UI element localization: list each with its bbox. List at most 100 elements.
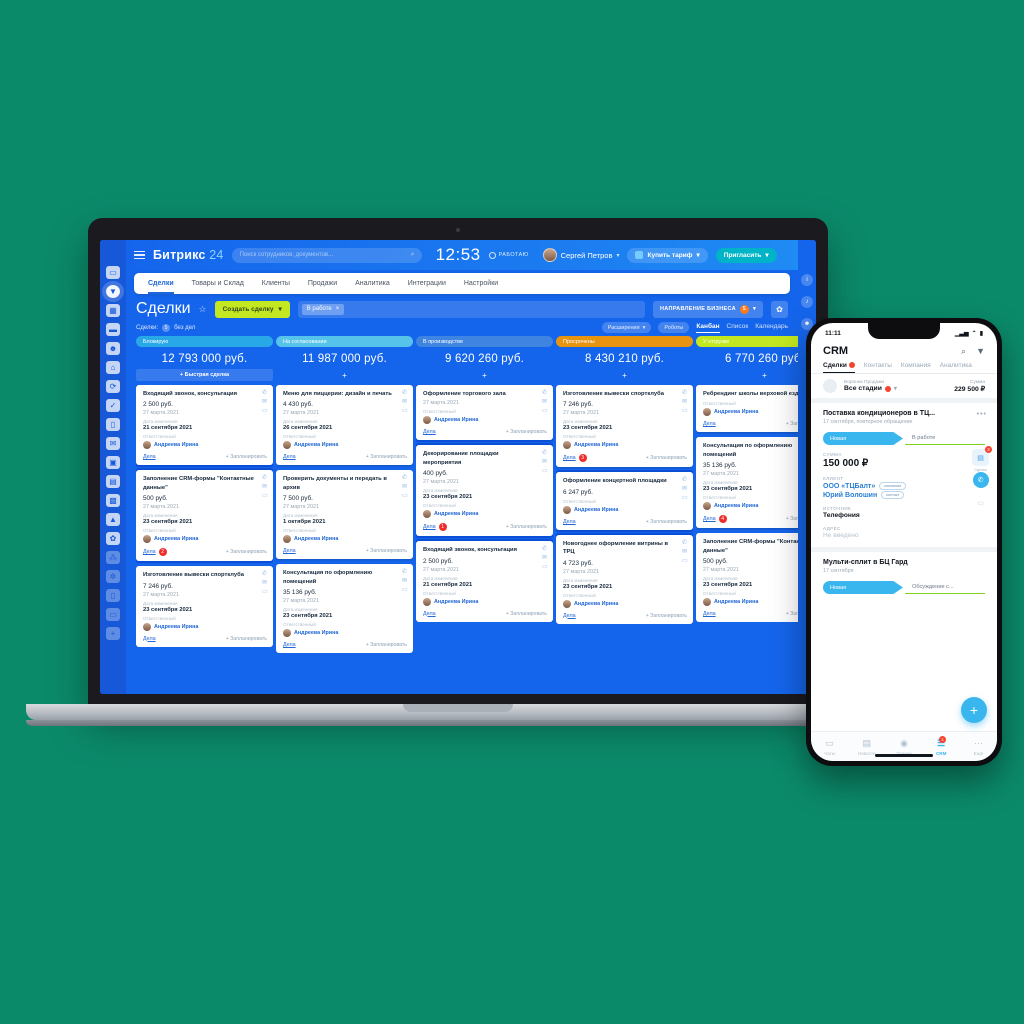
deal-contact[interactable]: Юрий Волошин контакт xyxy=(823,491,985,499)
deal-card-deals-link[interactable]: Дела xyxy=(563,613,576,619)
chat-icon[interactable]: ▭ xyxy=(106,266,120,279)
deal-card-responsible[interactable]: Андреева Ирина xyxy=(143,441,267,450)
mail-icon[interactable]: ✉ xyxy=(542,555,548,561)
phone-icon[interactable]: ✆ xyxy=(542,450,548,456)
sitemap-icon[interactable]: ⁂ xyxy=(106,551,120,564)
deal-card[interactable]: ✆ ✉ ▭ Оформление концертной площадки 6 247 р… xyxy=(556,472,693,530)
deal-card-deals-link[interactable]: Дела xyxy=(703,516,716,522)
settings-gear-icon[interactable]: ✿ xyxy=(771,300,788,318)
deal-card-plan-link[interactable]: + Запланировать xyxy=(646,613,687,619)
bell-icon[interactable]: ♪ xyxy=(801,296,813,308)
tab-sales[interactable]: Продажи xyxy=(300,273,345,294)
mail-icon[interactable]: ✉ xyxy=(682,486,688,492)
phone-icon[interactable]: ✆ xyxy=(262,475,268,481)
deal-card-plan-link[interactable]: + Запланировать xyxy=(786,516,798,522)
column-header[interactable]: У отгрузке xyxy=(696,336,798,347)
deal-card[interactable]: ✆ ✉ ▭ Консультация по оформлению помещений 3… xyxy=(276,564,413,653)
document-icon[interactable]: ▤ 2 Сделки xyxy=(972,446,992,472)
deal-card-plan-link[interactable]: + Запланировать xyxy=(646,455,687,461)
create-deal-button[interactable]: Создать сделку ▾ xyxy=(214,300,290,318)
phone-tab-contacts[interactable]: Контакты xyxy=(864,362,892,373)
chat-icon[interactable]: ▭ xyxy=(682,495,688,501)
deal-card-responsible[interactable]: Андреева Ирина xyxy=(283,628,407,637)
mail-icon[interactable]: ✉ xyxy=(262,580,268,586)
deal-card-responsible[interactable]: Андреева Ирина xyxy=(283,441,407,450)
mobile-icon[interactable]: ▯ xyxy=(106,589,120,602)
column-add-button[interactable]: + xyxy=(276,369,413,381)
invite-button[interactable]: Пригласить ▾ xyxy=(715,247,777,263)
add-deal-fab[interactable]: + xyxy=(961,697,987,723)
extensions-button[interactable]: Расширения ▾ xyxy=(601,322,652,333)
deal-card[interactable]: ✆✉▭Заполнение CRM-формы "Контактные данн… xyxy=(696,533,798,622)
filter-bar[interactable]: В работе × xyxy=(297,300,645,318)
filter-icon[interactable]: ▼ xyxy=(106,285,120,298)
more-options-icon[interactable]: ••• xyxy=(977,411,987,418)
phone-deal-card[interactable]: ••• Поставка кондиционеров в ТЦ... 17 се… xyxy=(811,403,997,547)
deal-card[interactable]: ✆ ✉ ▭ Входящий звонок, консультация 2 500 ру… xyxy=(416,541,553,622)
phone-icon[interactable]: ✆ xyxy=(682,540,688,546)
column-header[interactable]: На согласовании xyxy=(276,336,413,347)
deal-card-deals-link[interactable]: Дела xyxy=(703,421,716,427)
chat-icon[interactable]: ▭ xyxy=(682,408,688,414)
funnel-icon[interactable]: ▲ xyxy=(106,513,120,526)
column-header[interactable]: Блокирую xyxy=(136,336,273,347)
deal-card-responsible[interactable]: Андреева Ирина xyxy=(563,441,687,450)
funnel-selector[interactable]: Воронка Продажи Все стадии ▾ Сумма 229 5… xyxy=(811,374,997,398)
chat-icon[interactable]: ▭ xyxy=(542,468,548,474)
deal-card-plan-link[interactable]: + Запланировать xyxy=(226,454,267,460)
deal-card-responsible[interactable]: Андреева Ирина xyxy=(563,505,687,514)
message-icon[interactable]: ▣ xyxy=(106,456,120,469)
nav-more[interactable]: ⋯ Ещё xyxy=(960,738,997,756)
filter-icon[interactable]: ▼ xyxy=(976,346,985,357)
phone-icon[interactable]: ✆ xyxy=(542,390,548,396)
tab-clients[interactable]: Клиенты xyxy=(254,273,298,294)
phone-call-icon[interactable]: ✆ xyxy=(972,472,989,488)
filter-tag[interactable]: В работе × xyxy=(301,303,345,315)
nav-crm[interactable]: 3 ☰ CRM xyxy=(923,735,960,756)
chat-icon[interactable]: ▭ xyxy=(542,408,548,414)
phone-icon[interactable]: ✆ xyxy=(262,571,268,577)
phone-tab-deals[interactable]: Сделки xyxy=(823,362,855,373)
close-icon[interactable]: × xyxy=(336,306,340,312)
tab-integrations[interactable]: Интеграции xyxy=(400,273,454,294)
column-add-button[interactable]: + xyxy=(696,369,798,381)
deal-company[interactable]: ООО «ТЦБалт» компания xyxy=(823,482,985,490)
apps-icon[interactable]: ▦ xyxy=(106,304,120,317)
nav-chats[interactable]: ▭ Чаты xyxy=(811,738,848,756)
deal-card-responsible[interactable]: Андреева Ирина xyxy=(563,599,687,608)
check-icon[interactable]: ✓ xyxy=(106,399,120,412)
deal-card[interactable]: ✆ ✉ ▭ Изготовление вывески спортклуба 7 246 … xyxy=(556,385,693,468)
chat-icon[interactable]: ▭ xyxy=(262,493,268,499)
deal-card-plan-link[interactable]: + Запланировать xyxy=(226,636,267,642)
chat-icon[interactable]: ▭ xyxy=(542,564,548,570)
search-icon[interactable]: ⌕ xyxy=(961,346,966,357)
phone-icon[interactable]: ✆ xyxy=(402,390,408,396)
deal-card[interactable]: ✆ ✉ ▭ Новогоднее оформление витрины в ТРЦ 4 … xyxy=(556,534,693,624)
deal-card-responsible[interactable]: Андреева Ирина xyxy=(703,597,798,606)
deal-card-deals-link[interactable]: Дела xyxy=(563,455,576,461)
phone-icon[interactable]: ✆ xyxy=(542,546,548,552)
menu-toggle-icon[interactable] xyxy=(134,250,145,260)
column-add-button[interactable]: + xyxy=(556,369,693,381)
tab-products[interactable]: Товары и Склад xyxy=(184,273,252,294)
chat-icon[interactable]: ▭ xyxy=(972,494,989,511)
tab-settings[interactable]: Настройки xyxy=(456,273,506,294)
deal-card[interactable]: ✆ ✉ ▭ Изготовление вывески спортклуба 7 246 … xyxy=(136,566,273,647)
deal-card-deals-link[interactable]: Дела xyxy=(563,519,576,525)
buy-plan-button[interactable]: Купить тариф ▾ xyxy=(627,247,708,263)
deal2-stages[interactable]: Новая Обсуждение с... xyxy=(823,581,985,594)
deal-card-deals-link[interactable]: Дела xyxy=(143,549,156,555)
deal-card-responsible[interactable]: Андреева Ирина xyxy=(703,502,798,511)
search-input[interactable]: Поиск сотрудников, документов... ⌕ xyxy=(231,247,422,263)
deal-card[interactable]: ✆ ✉ ▭ Декорирование площадки мероприятия 400… xyxy=(416,445,553,537)
view-calendar[interactable]: Календарь xyxy=(755,323,788,332)
deal-card-responsible[interactable]: Андреева Ирина xyxy=(283,535,407,544)
chat-icon[interactable]: ▭ xyxy=(262,589,268,595)
deal-card[interactable]: ✆ ✉ ▭ Меню для пиццерии: дизайн и печать 4 4… xyxy=(276,385,413,466)
chat-icon[interactable]: ▭ xyxy=(682,558,688,564)
briefcase-icon[interactable]: ▬ xyxy=(106,323,120,336)
tab-analytics[interactable]: Аналитика xyxy=(347,273,398,294)
phone-icon[interactable]: ✆ xyxy=(402,475,408,481)
deal-card-deals-link[interactable]: Дела xyxy=(423,429,436,435)
tab-deals[interactable]: Сделки xyxy=(140,273,182,294)
